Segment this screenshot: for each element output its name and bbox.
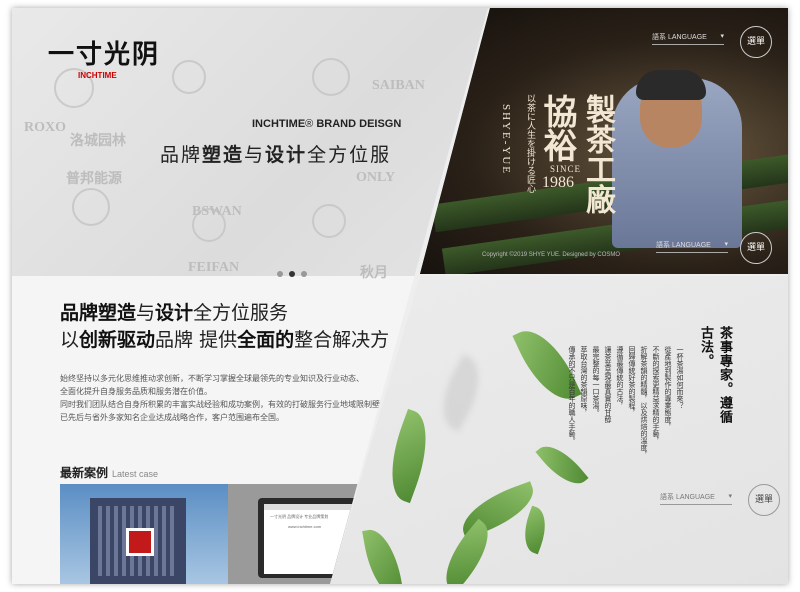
latest-cases-heading: 最新案例 Latest case [60, 464, 158, 481]
hero-cn-part: 塑造 [202, 144, 245, 166]
ghost-logo-text: SAIBAN [372, 78, 425, 93]
language-label: 語系 LANGUAGE [652, 34, 707, 41]
intro-line: 已先后与省外多家知名企业达成战略合作，客户范围遍布全国。 [60, 413, 284, 422]
cases-subtitle: Latest case [112, 469, 159, 479]
story-line: 萃取台灣的茶韻原味， [580, 346, 588, 416]
leaf-shadow [428, 354, 494, 432]
story-line: 從產地到製作的專業態度， [664, 346, 672, 430]
brand-logo-en: INCHTIME [78, 71, 117, 80]
hero-cn-part: 设计 [265, 144, 308, 166]
carousel-dot[interactable] [277, 271, 283, 277]
case-card-building[interactable] [60, 484, 228, 584]
ghost-logo-circle [172, 60, 206, 94]
story-line: 不斷的探索更精益求精的手藝， [652, 346, 660, 444]
tea-leaf-illustration [517, 505, 553, 555]
story-line: 最完整的每一口茶湯。 [592, 346, 600, 416]
story-line: 讓茶葉呈現最真實的甘醇 [604, 346, 612, 423]
story-line: 回歸傳統好茶的製程， [628, 346, 636, 416]
carousel-dots [274, 262, 310, 281]
tea-title-vertical: 製茶工廠 [580, 94, 615, 214]
story-line: 一杯茶湯如何而來？ [676, 346, 684, 409]
intro-line: 同时我们团队结合自身所积累的丰富实战经验和成功案例，有效的打破服务行业地域限制壁 [60, 400, 380, 409]
svc-part: 以 [60, 329, 80, 351]
ghost-logo-text: 洛城园林 [70, 134, 126, 149]
svc-part: 设计 [155, 302, 194, 324]
svc-part: 与 [136, 302, 156, 324]
ghost-logo-text: FEIFAN [188, 260, 240, 275]
ghost-logo-text: ROXO [24, 120, 66, 135]
tea-leaf-illustration [377, 408, 441, 504]
intro-paragraph: 始终坚持以多元化思维推动求创新，不断学习掌握全球最领先的专业知识及行业动态、 全… [60, 372, 390, 424]
language-select-story[interactable]: 語系 LANGUAGE ▾ [660, 492, 732, 505]
hero-cn-part: 与 [244, 144, 266, 166]
svc-part: 创新驱动 [79, 329, 156, 351]
building-sign [126, 528, 154, 556]
hero-en-prefix: INCHTIME [252, 118, 306, 130]
carousel-dot[interactable] [301, 271, 307, 277]
story-line: 遵循最傳統的古法， [616, 346, 624, 409]
chevron-down-icon: ▾ [720, 33, 724, 40]
tea-story-title: 茶事專家。遵循古法。 [698, 326, 732, 424]
svc-part: 整合解决方 [294, 329, 390, 351]
tea-master-hair [636, 70, 706, 100]
menu-button-story[interactable]: 選單 [748, 484, 780, 516]
hero-english-title: INCHTIME® BRAND DEISGN [252, 118, 402, 130]
since-year: 1986 [542, 174, 574, 191]
building-image [90, 498, 186, 584]
ghost-logo-text: 秋月 [360, 266, 388, 281]
laptop-screen-text: 一寸光阴 品牌设计 专业品牌策划 [270, 514, 329, 519]
hero-chinese-title: 品牌塑造与设计全方位服 [160, 140, 391, 167]
language-label: 語系 LANGUAGE [660, 494, 715, 501]
tea-name-vertical: 協裕 [537, 94, 577, 162]
ghost-logo-text: 普邦能源 [66, 172, 122, 187]
service-heading: 品牌塑造与设计全方位服务 以创新驱动品牌 提供全面的整合解决方 [60, 300, 389, 354]
chevron-down-icon: ▾ [724, 241, 728, 248]
tea-brand-latin: SHYE-YUE [500, 104, 512, 175]
showcase-frame: ROXO 洛城园林 普邦能源 BSWAN ONLY 秋月 FEIFAN SAIB… [12, 8, 788, 584]
language-select[interactable]: 語系 LANGUAGE ▾ [652, 32, 724, 45]
copyright-text: Copyright ©2019 SHYE YUE. Designed by CO… [482, 252, 621, 258]
ghost-logo-circle [312, 58, 350, 96]
ghost-logo-text: BSWAN [192, 204, 242, 219]
story-line: 折解茶韻的精髓，以及烘焙的溫度， [640, 346, 648, 458]
language-select-lower[interactable]: 語系 LANGUAGE ▾ [656, 240, 728, 253]
cases-title: 最新案例 [60, 466, 109, 480]
hero-en-suffix: BRAND DEISGN [316, 118, 402, 130]
svc-part: 全方位服务 [193, 302, 289, 324]
tea-story-paragraph: 一杯茶湯如何而來？ 從產地到製作的專業態度， 不斷的探索更精益求精的手藝， 折解… [562, 346, 684, 496]
tea-leaf-illustration [362, 525, 404, 584]
intro-line: 始终坚持以多元化思维推动求创新，不断学习掌握全球最领先的专业知识及行业动态、 [60, 374, 364, 383]
story-line: 傳承的不只是百年的職人手藝。 [568, 346, 576, 444]
hero-cn-part: 品牌 [160, 144, 203, 166]
ghost-logo-circle [72, 188, 110, 226]
menu-button-lower[interactable]: 選單 [740, 232, 772, 264]
hero-cn-part: 全方位服 [307, 144, 392, 166]
ghost-logo-circle [312, 204, 346, 238]
brand-logo-cn: 一寸光阴 [48, 40, 161, 69]
language-label: 語系 LANGUAGE [656, 242, 711, 249]
since-label: SINCE [550, 164, 582, 174]
laptop-screen-url: www.inchtime.com [288, 524, 322, 529]
carousel-dot-active[interactable] [289, 271, 295, 277]
chevron-down-icon: ▾ [728, 493, 732, 500]
brand-logo[interactable]: 一寸光阴 INCHTIME [48, 34, 160, 80]
svc-part: 品牌塑造 [60, 302, 137, 324]
svc-part: 全面的 [237, 329, 295, 351]
tea-slogan-vertical: 以茶に人生を掛ける匠心 [525, 94, 535, 193]
intro-line: 全面化提升自身服务品质和服务潜在价值。 [60, 387, 212, 396]
menu-button[interactable]: 選單 [740, 26, 772, 58]
ghost-logo-text: ONLY [356, 170, 396, 185]
svc-part: 品牌 提供 [155, 329, 238, 351]
